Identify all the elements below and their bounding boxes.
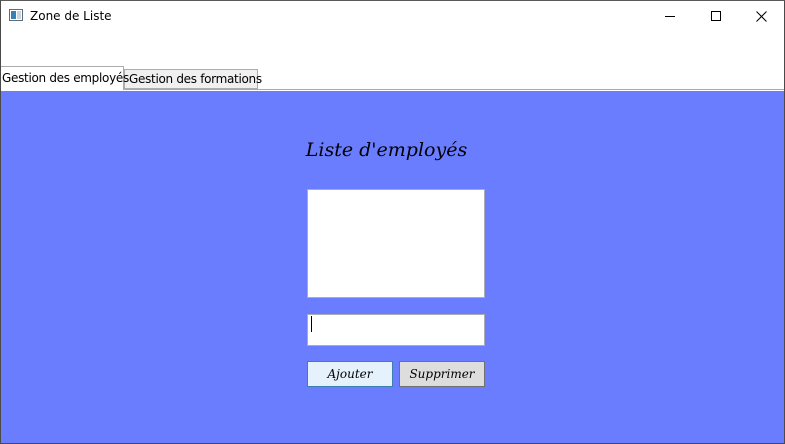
app-window: Zone de Liste Gestion des employés Gesti… xyxy=(0,0,785,444)
tab-strip: Gestion des employés Gestion des formati… xyxy=(1,66,784,90)
text-caret xyxy=(311,316,312,332)
employees-panel: Liste d'employés Ajouter Supprimer xyxy=(1,91,784,443)
close-button[interactable] xyxy=(738,1,784,31)
minimize-button[interactable] xyxy=(647,1,693,31)
tab-gestion-employes[interactable]: Gestion des employés xyxy=(1,66,129,90)
employee-name-input[interactable] xyxy=(307,314,485,346)
page-title: Liste d'employés xyxy=(305,139,468,161)
title-bar[interactable]: Zone de Liste xyxy=(1,1,784,31)
close-icon xyxy=(755,10,767,22)
delete-button[interactable]: Supprimer xyxy=(399,361,485,387)
minimize-icon xyxy=(665,16,675,17)
employee-listbox[interactable] xyxy=(307,189,485,298)
app-window-icon xyxy=(9,9,23,21)
window-title: Zone de Liste xyxy=(30,9,112,23)
maximize-icon xyxy=(711,11,721,21)
add-button[interactable]: Ajouter xyxy=(307,361,393,387)
maximize-button[interactable] xyxy=(693,1,739,31)
tab-gestion-formations[interactable]: Gestion des formations xyxy=(124,69,262,89)
